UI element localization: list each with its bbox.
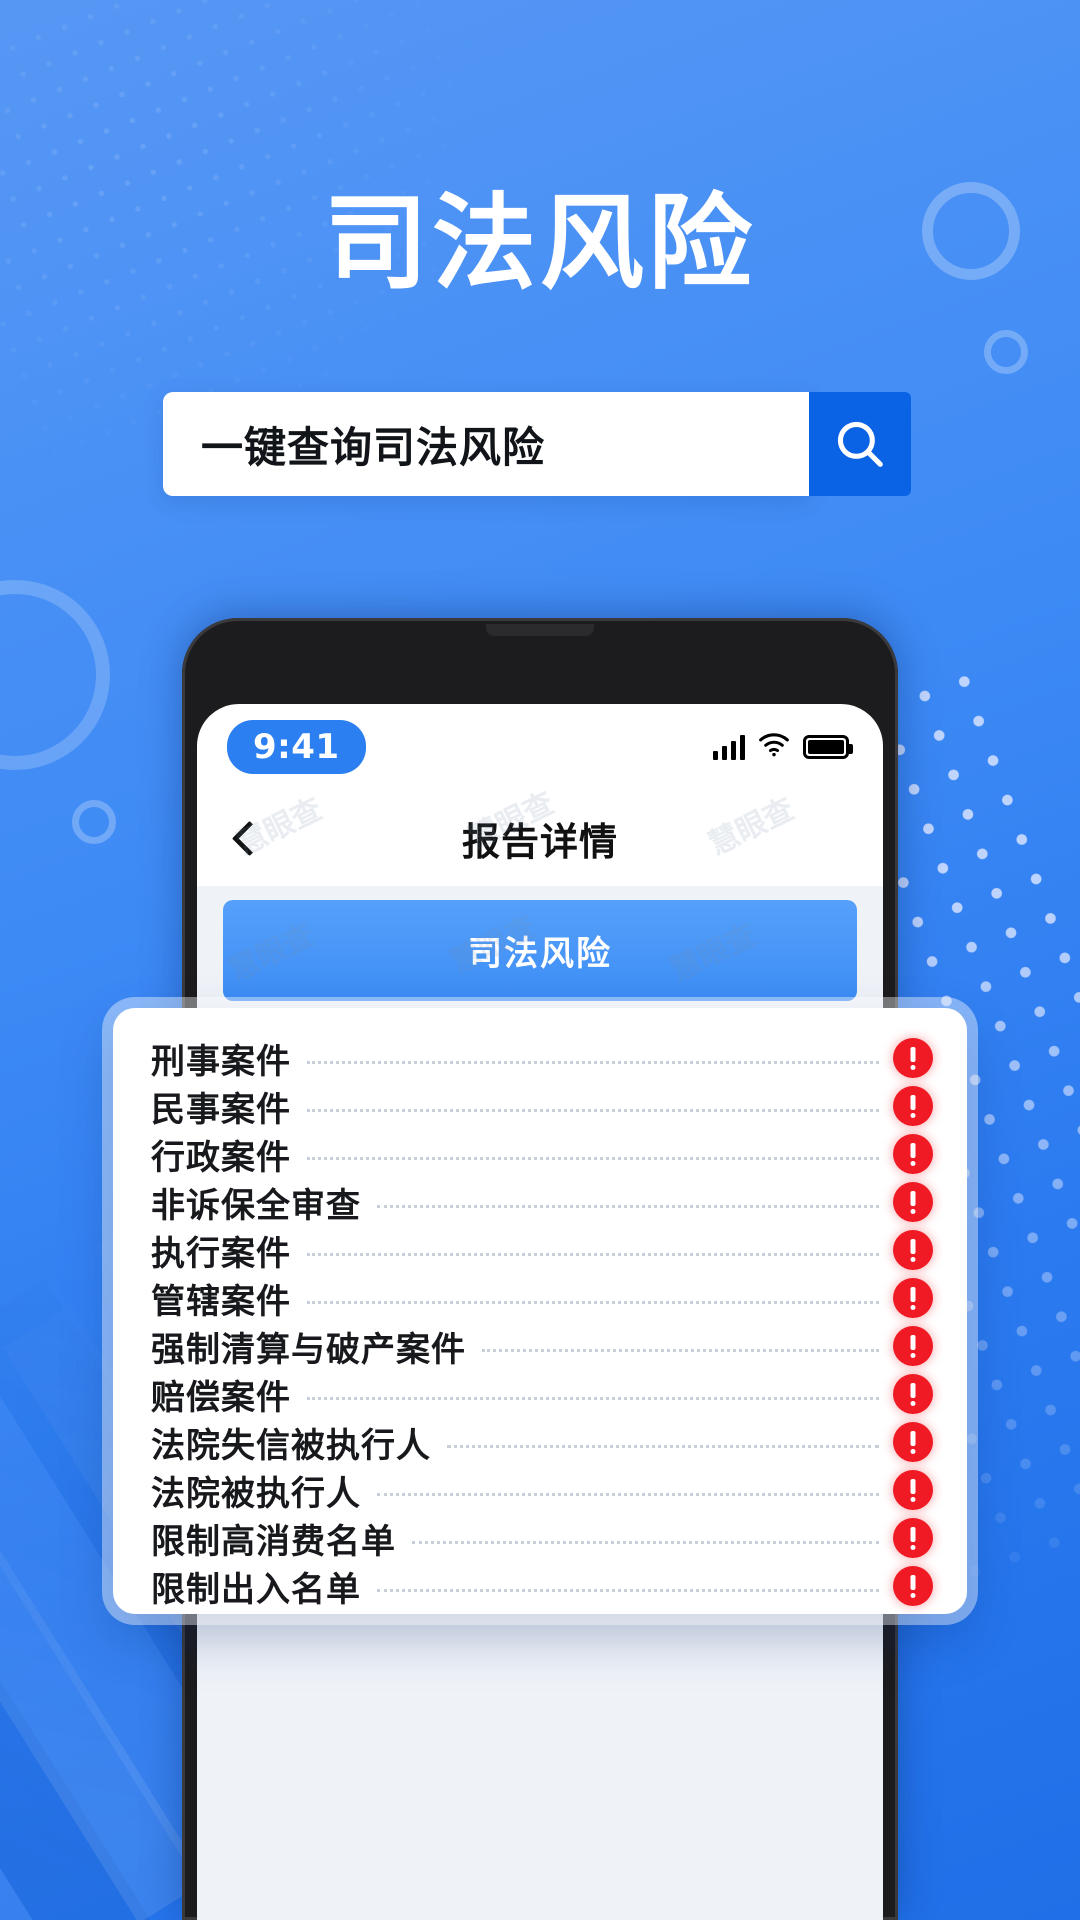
judicial-risk-list-card: 刑事案件民事案件行政案件非诉保全审查 执行案件管辖案件强制清算与破产案件 赔偿案件法…: [113, 1008, 967, 1614]
list-item-label: 刑事案件: [151, 1041, 291, 1082]
search-bar[interactable]: 一键查询司法风险: [163, 392, 911, 496]
app-page-title: 报告详情: [461, 819, 618, 864]
status-icons: [712, 733, 853, 761]
alert-exclamation-icon: [893, 1182, 933, 1222]
alert-exclamation-icon: [893, 1086, 933, 1126]
list-item-label: 赔偿案件: [151, 1377, 291, 1418]
list-item[interactable]: 法院失信被执行人: [151, 1418, 933, 1466]
back-chevron-icon[interactable]: [225, 818, 265, 858]
list-item-label: 限制出入名单: [151, 1569, 361, 1610]
risk-banner[interactable]: 司法风险: [223, 900, 857, 1001]
dotted-leader: [307, 1252, 879, 1256]
alert-exclamation-icon: [893, 1038, 933, 1078]
status-clock: 9:41: [227, 720, 366, 774]
list-item[interactable]: 限制出入名单: [151, 1562, 933, 1610]
list-item-label: 法院被执行人: [151, 1473, 361, 1514]
alert-exclamation-icon: [893, 1566, 933, 1606]
alert-exclamation-icon: [893, 1230, 933, 1270]
phone-speaker-icon: [486, 624, 594, 636]
dotted-leader: [307, 1060, 879, 1064]
dotted-leader: [412, 1540, 879, 1544]
list-item-label: 民事案件: [151, 1089, 291, 1130]
alert-exclamation-icon: [893, 1134, 933, 1174]
page-title: 司法风险: [323, 182, 756, 304]
alert-exclamation-icon: [893, 1374, 933, 1414]
dotted-leader: [377, 1588, 879, 1592]
list-item[interactable]: 法院被执行人: [151, 1466, 933, 1514]
dotted-leader: [447, 1444, 879, 1448]
app-navbar: 报告详情 慧眼查 慧眼查 慧眼查: [197, 786, 883, 886]
search-input-placeholder: 一键查询司法风险: [201, 422, 546, 472]
list-item[interactable]: 执行案件: [151, 1226, 933, 1274]
list-item[interactable]: 赔偿案件: [151, 1370, 933, 1418]
list-item[interactable]: 限制高消费名单: [151, 1514, 933, 1562]
decorative-ring-small-icon: [984, 330, 1028, 374]
list-item-label: 管辖案件: [151, 1281, 291, 1322]
search-input[interactable]: 一键查询司法风险: [163, 392, 809, 496]
battery-icon: [803, 735, 853, 759]
list-item-label: 强制清算与破产案件: [151, 1329, 466, 1370]
list-item-label: 行政案件: [151, 1137, 291, 1178]
alert-exclamation-icon: [893, 1518, 933, 1558]
list-item[interactable]: 民事案件: [151, 1082, 933, 1130]
dotted-leader: [377, 1204, 879, 1208]
decorative-ring-left-icon: [72, 800, 116, 844]
status-bar: 9:41: [197, 704, 883, 790]
list-item-label: 法院失信被执行人: [151, 1425, 431, 1466]
watermark: 慧眼查: [703, 791, 800, 863]
alert-exclamation-icon: [893, 1278, 933, 1318]
dotted-leader: [482, 1348, 879, 1352]
list-item[interactable]: 行政案件: [151, 1130, 933, 1178]
decorative-ring-outer-icon: [0, 580, 110, 770]
list-item[interactable]: 强制清算与破产案件: [151, 1322, 933, 1370]
wifi-icon: [758, 733, 790, 761]
signal-bars-icon: [712, 734, 745, 760]
dotted-leader: [377, 1492, 879, 1496]
list-item-label: 限制高消费名单: [151, 1521, 396, 1562]
dotted-leader: [307, 1300, 879, 1304]
list-item-label: 执行案件: [151, 1233, 291, 1274]
dotted-leader: [307, 1108, 879, 1112]
list-item[interactable]: 刑事案件: [151, 1034, 933, 1082]
dotted-leader: [307, 1156, 879, 1160]
alert-exclamation-icon: [893, 1422, 933, 1462]
dotted-leader: [307, 1396, 879, 1400]
promo-poster: 司法风险 一键查询司法风险 9:41 报告详情 慧眼查 慧眼查 慧眼查 司法风险…: [0, 0, 1080, 1920]
search-icon: [831, 415, 889, 473]
list-item[interactable]: 管辖案件: [151, 1274, 933, 1322]
search-button[interactable]: [809, 392, 911, 496]
list-item[interactable]: 非诉保全审查: [151, 1178, 933, 1226]
alert-exclamation-icon: [893, 1326, 933, 1366]
alert-exclamation-icon: [893, 1470, 933, 1510]
list-item-label: 非诉保全审查: [151, 1185, 361, 1226]
